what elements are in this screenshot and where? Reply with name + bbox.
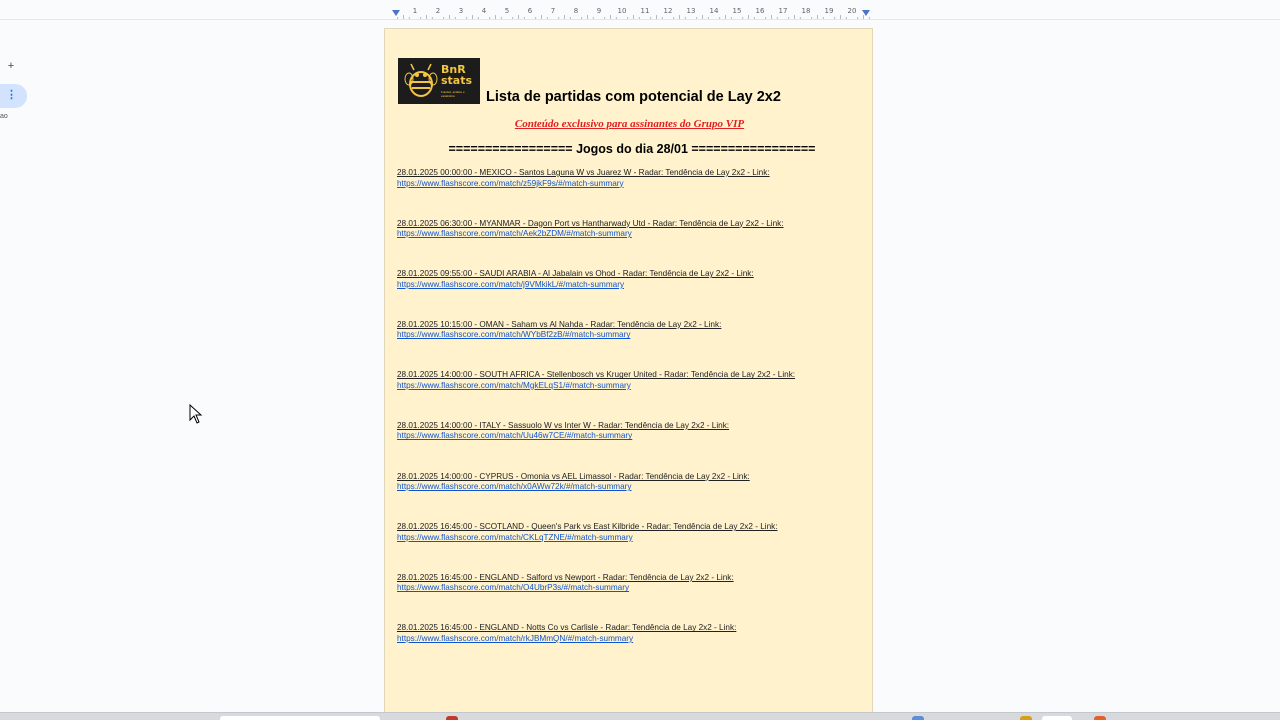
match-description: 28.01.2025 14:00:00 - CYPRUS - Omonia vs… bbox=[397, 471, 750, 481]
match-entry: 28.01.2025 14:00:00 - SOUTH AFRICA - Ste… bbox=[397, 370, 867, 421]
add-tab-button[interactable]: + bbox=[6, 60, 16, 72]
match-entry: 28.01.2025 06:30:00 - MYANMAR - Dagon Po… bbox=[397, 219, 867, 270]
match-summary-link[interactable]: https://www.flashscore.com/match/Uu46w7C… bbox=[397, 431, 867, 442]
ruler-number: 16 bbox=[755, 7, 765, 15]
ruler-number: 1 bbox=[412, 7, 418, 15]
match-description: 28.01.2025 16:45:00 - ENGLAND - Salford … bbox=[397, 572, 734, 582]
mouse-cursor-icon bbox=[189, 404, 203, 424]
ruler-number: 8 bbox=[573, 7, 579, 15]
section-heading: ================= Jogos do dia 28/01 ===… bbox=[448, 142, 816, 156]
ruler-number: 12 bbox=[663, 7, 673, 15]
match-entry: 28.01.2025 16:45:00 - ENGLAND - Notts Co… bbox=[397, 623, 867, 674]
match-list: 28.01.2025 00:00:00 - MEXICO - Santos La… bbox=[397, 168, 867, 674]
match-summary-link[interactable]: https://www.flashscore.com/match/Aek2bZD… bbox=[397, 229, 867, 240]
taskbar-item[interactable] bbox=[220, 716, 380, 720]
ruler-number: 7 bbox=[550, 7, 556, 15]
bee-icon bbox=[404, 63, 438, 97]
match-summary-link[interactable]: https://www.flashscore.com/match/CKLqTZN… bbox=[397, 533, 867, 544]
match-summary-link[interactable]: https://www.flashscore.com/match/O4UbrP3… bbox=[397, 583, 867, 594]
match-entry: 28.01.2025 16:45:00 - SCOTLAND - Queen's… bbox=[397, 522, 867, 573]
ruler-number: 13 bbox=[686, 7, 696, 15]
taskbar-app-icon[interactable] bbox=[446, 716, 458, 720]
match-entry: 28.01.2025 14:00:00 - ITALY - Sassuolo W… bbox=[397, 421, 867, 472]
ruler-number: 18 bbox=[801, 7, 811, 15]
more-options-icon[interactable]: ⋮ bbox=[6, 88, 17, 102]
match-description: 28.01.2025 00:00:00 - MEXICO - Santos La… bbox=[397, 168, 770, 177]
ruler-number: 2 bbox=[435, 7, 441, 15]
taskbar-app-icon[interactable] bbox=[912, 716, 924, 720]
match-description: 28.01.2025 09:55:00 - SAUDI ARABIA - Al … bbox=[397, 269, 754, 279]
right-indent-marker[interactable] bbox=[862, 10, 870, 16]
horizontal-ruler[interactable]: 1 2 3 4 5 6 7 8 9 10 11 12 13 14 15 16 17 18 19 20 bbox=[386, 7, 872, 20]
ruler-number: 10 bbox=[617, 7, 627, 15]
match-description: 28.01.2025 16:45:00 - SCOTLAND - Queen's… bbox=[397, 522, 778, 532]
left-indent-marker[interactable] bbox=[392, 10, 400, 16]
match-summary-link[interactable]: https://www.flashscore.com/match/rkJBMmQ… bbox=[397, 634, 867, 645]
logo-tagline: Futebol, análise e estatística bbox=[441, 90, 465, 98]
ruler-number: 15 bbox=[732, 7, 742, 15]
match-description: 28.01.2025 16:45:00 - ENGLAND - Notts Co… bbox=[397, 623, 737, 633]
ruler-number: 19 bbox=[824, 7, 834, 15]
taskbar-app-icon[interactable] bbox=[1020, 716, 1032, 720]
document-page[interactable]: BnR stats Futebol, análise e estatística… bbox=[384, 28, 873, 714]
taskbar-app-icon[interactable] bbox=[1094, 716, 1106, 720]
match-entry: 28.01.2025 09:55:00 - SAUDI ARABIA - Al … bbox=[397, 269, 867, 320]
ruler-number: 17 bbox=[778, 7, 788, 15]
sidebar-label: ao bbox=[0, 113, 8, 120]
taskbar bbox=[0, 712, 1280, 720]
match-entry: 28.01.2025 10:15:00 - OMAN - Saham vs Al… bbox=[397, 320, 867, 371]
ruler-number: 3 bbox=[458, 7, 464, 15]
match-entry: 28.01.2025 00:00:00 - MEXICO - Santos La… bbox=[397, 168, 867, 219]
match-entry: 28.01.2025 16:45:00 - ENGLAND - Salford … bbox=[397, 573, 867, 624]
match-summary-link[interactable]: https://www.flashscore.com/match/x0AWw72… bbox=[397, 482, 867, 493]
logo-text: BnR stats bbox=[441, 63, 473, 87]
match-description: 28.01.2025 06:30:00 - MYANMAR - Dagon Po… bbox=[397, 218, 784, 228]
match-description: 28.01.2025 10:15:00 - OMAN - Saham vs Al… bbox=[397, 319, 722, 329]
match-summary-link[interactable]: https://www.flashscore.com/match/j9VMkik… bbox=[397, 280, 867, 291]
match-summary-link[interactable]: https://www.flashscore.com/match/MgkELqS… bbox=[397, 381, 867, 392]
top-ruler-bar: 1 2 3 4 5 6 7 8 9 10 11 12 13 14 15 16 17 18 19 20 bbox=[0, 0, 1280, 20]
taskbar-item[interactable] bbox=[1042, 716, 1072, 720]
ruler-number: 14 bbox=[709, 7, 719, 15]
document-subtitle: Conteúdo exclusivo para assinantes do Gr… bbox=[514, 118, 745, 130]
match-summary-link[interactable]: https://www.flashscore.com/match/z59jkF9… bbox=[397, 179, 867, 190]
match-entry: 28.01.2025 14:00:00 - CYPRUS - Omonia vs… bbox=[397, 472, 867, 523]
ruler-number: 20 bbox=[847, 7, 857, 15]
ruler-number: 11 bbox=[640, 7, 650, 15]
match-description: 28.01.2025 14:00:00 - SOUTH AFRICA - Ste… bbox=[397, 370, 796, 380]
document-tab[interactable]: ⋮ bbox=[0, 84, 27, 108]
bnr-stats-logo: BnR stats Futebol, análise e estatística bbox=[398, 58, 480, 104]
ruler-number: 5 bbox=[504, 7, 510, 15]
ruler-number: 6 bbox=[527, 7, 533, 15]
ruler-number: 4 bbox=[481, 7, 487, 15]
match-summary-link[interactable]: https://www.flashscore.com/match/WYbBf2z… bbox=[397, 330, 867, 341]
document-title: Lista de partidas com potencial de Lay 2… bbox=[486, 89, 781, 105]
match-description: 28.01.2025 14:00:00 - ITALY - Sassuolo W… bbox=[397, 420, 730, 430]
ruler-number: 9 bbox=[596, 7, 602, 15]
